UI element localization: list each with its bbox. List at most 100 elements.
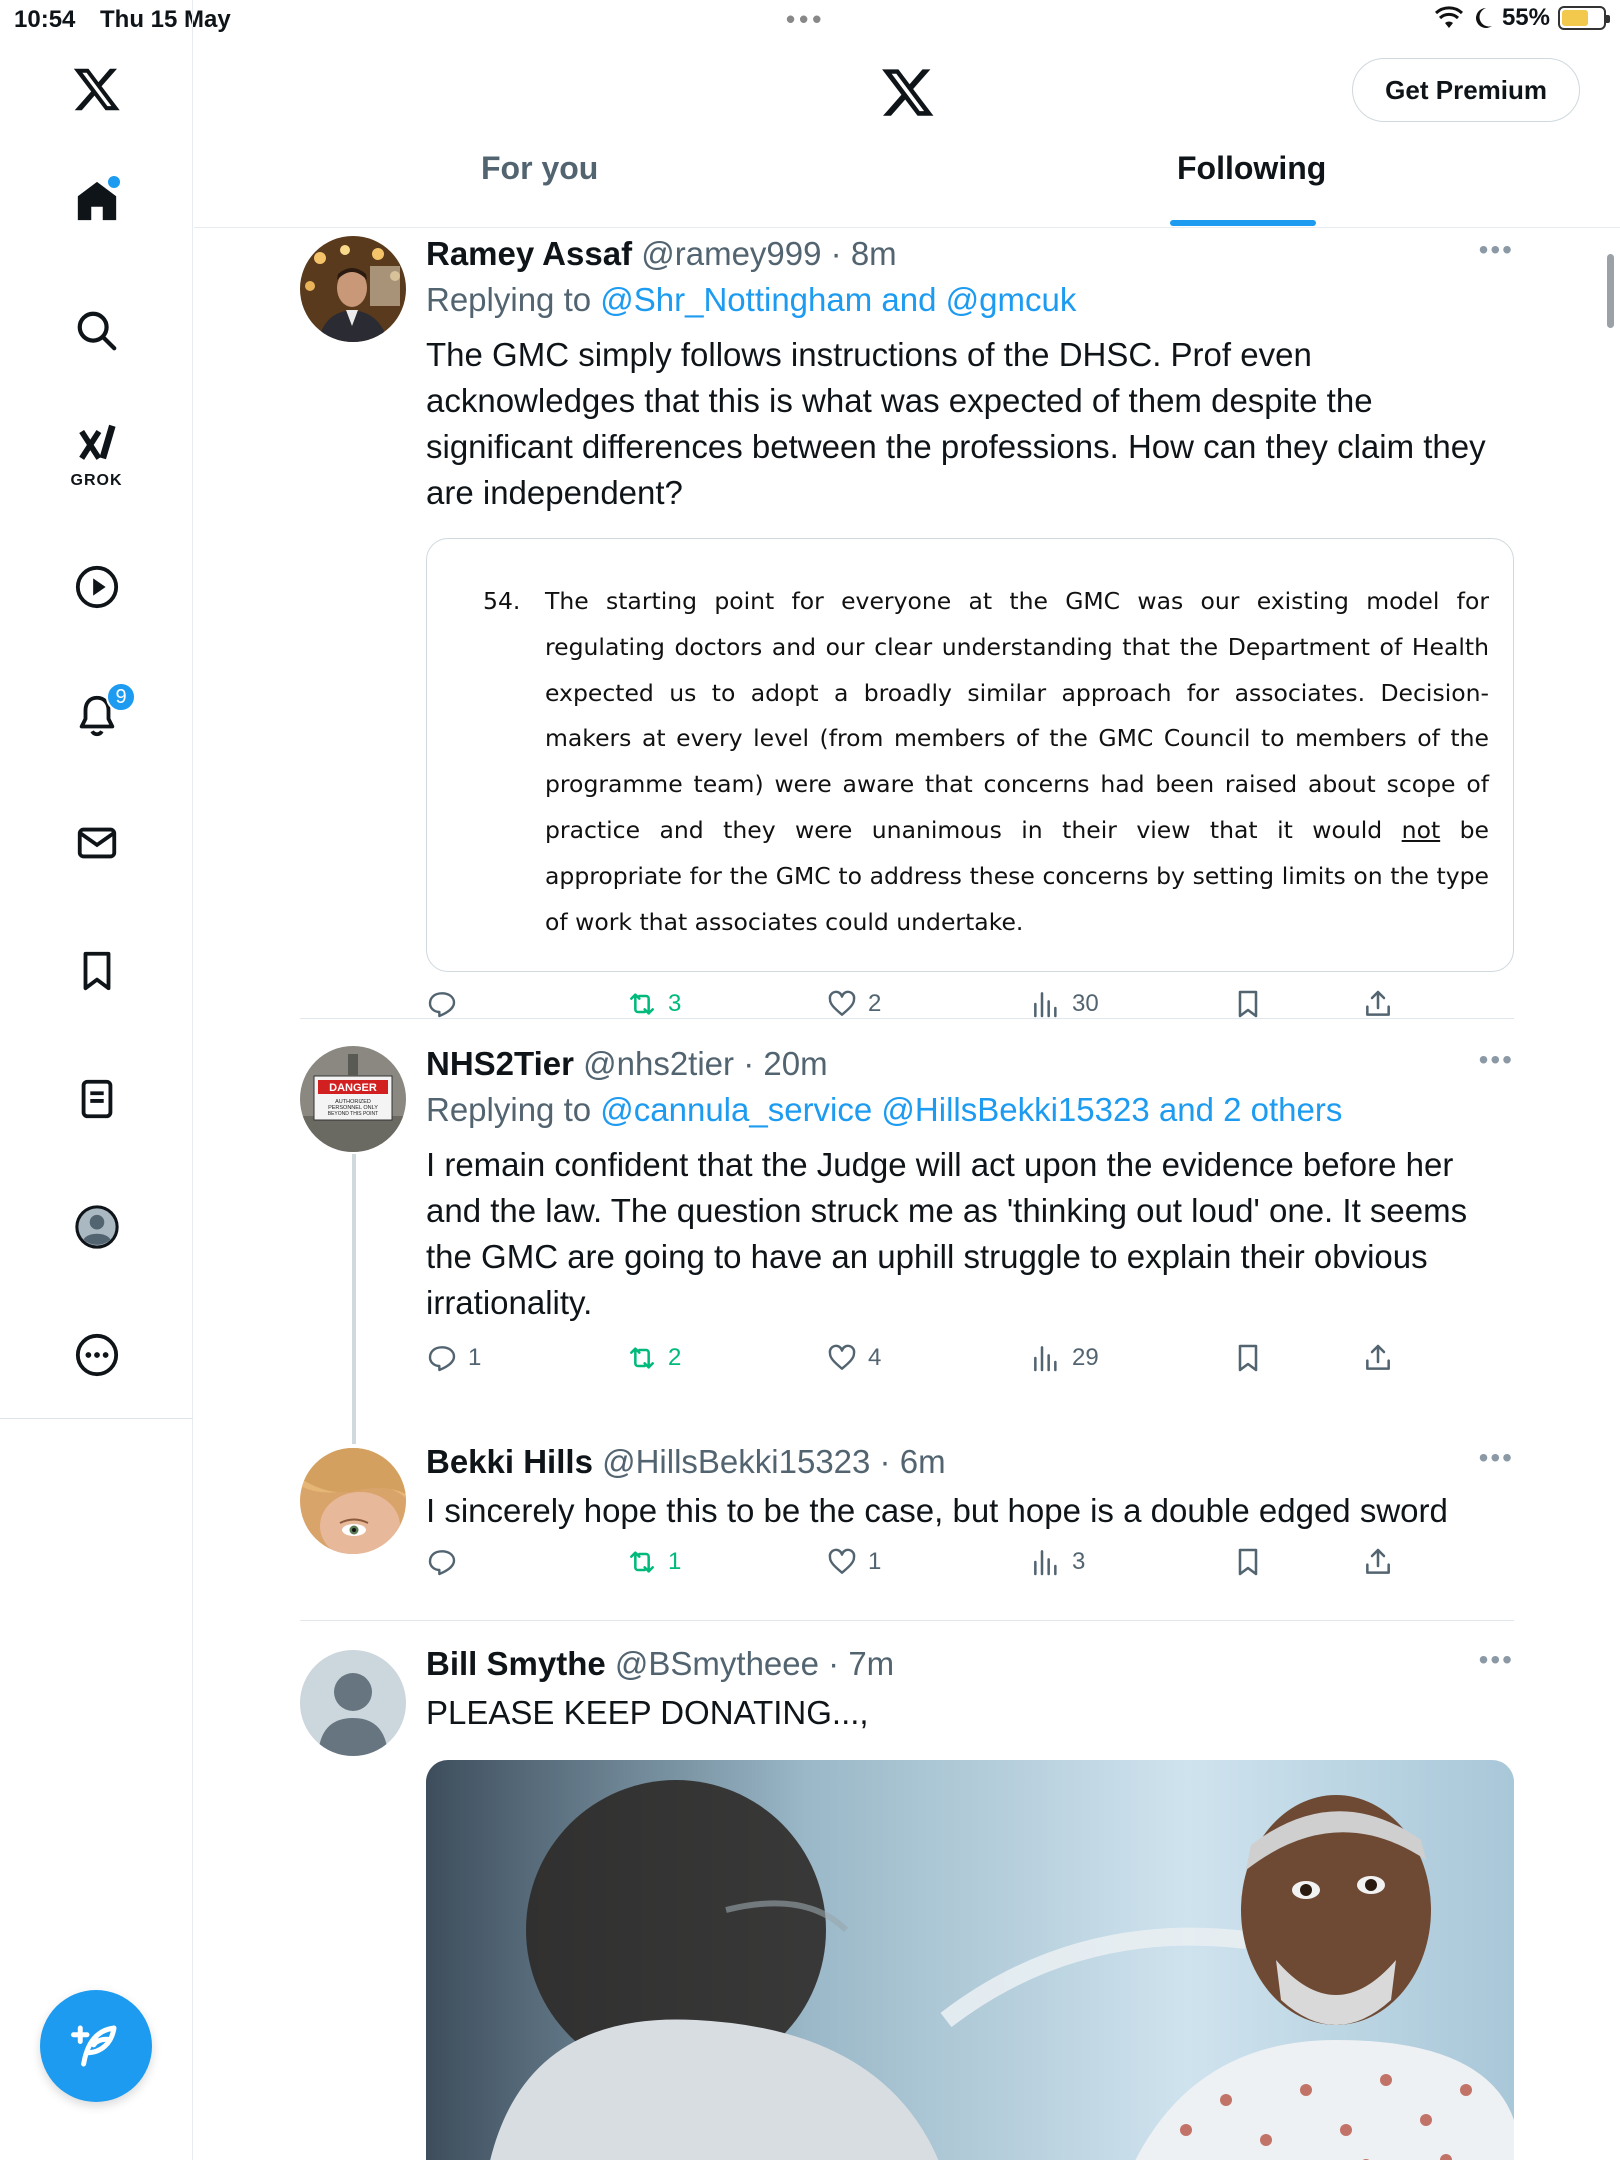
- notifications-badge: 9: [106, 682, 136, 712]
- sidebar-item-notifications[interactable]: 9: [0, 670, 193, 760]
- retweet-button[interactable]: 1: [626, 1546, 681, 1578]
- replying-prefix: Replying to: [426, 281, 601, 318]
- sidebar-item-messages[interactable]: [0, 798, 193, 888]
- sidebar: GROK 9: [0, 0, 193, 2160]
- views-button[interactable]: 29: [1030, 1342, 1099, 1374]
- view-count: 29: [1072, 1344, 1099, 1371]
- avatar[interactable]: [300, 1650, 406, 1756]
- messages-icon: [77, 827, 116, 859]
- bookmark-button[interactable]: [1232, 1546, 1264, 1578]
- more-options-icon[interactable]: •••: [1479, 234, 1514, 266]
- profile-icon: [74, 1205, 119, 1249]
- like-button[interactable]: 2: [826, 988, 881, 1020]
- heart-icon: [828, 1548, 856, 1574]
- avatar[interactable]: [300, 1448, 406, 1554]
- home-unread-dot: [108, 176, 120, 188]
- avatar[interactable]: [300, 236, 406, 342]
- author-handle[interactable]: @nhs2tier: [583, 1045, 734, 1082]
- author-handle[interactable]: @BSmytheee: [615, 1645, 819, 1682]
- get-premium-button[interactable]: Get Premium: [1352, 58, 1580, 122]
- reply-button[interactable]: [426, 988, 468, 1020]
- attached-document-image[interactable]: 54. The starting point for everyone at t…: [426, 538, 1514, 973]
- reply-button[interactable]: [426, 1546, 468, 1578]
- tweet-actions: 1 2 4 29: [426, 1342, 1514, 1386]
- sidebar-item-video[interactable]: [0, 542, 193, 632]
- share-icon: [1366, 1344, 1390, 1370]
- author-name[interactable]: Bill Smythe: [426, 1645, 606, 1682]
- sidebar-item-grok[interactable]: GROK: [0, 408, 193, 498]
- paragraph-number: 54.: [483, 587, 521, 615]
- svg-text:BEYOND THIS POINT: BEYOND THIS POINT: [328, 1111, 378, 1117]
- tweet-time[interactable]: 6m: [900, 1443, 946, 1480]
- sidebar-divider: [0, 1418, 193, 1419]
- tab-following[interactable]: Following: [1177, 150, 1326, 228]
- bookmark-button[interactable]: [1232, 988, 1264, 1020]
- tweet-actions: 1 1 3: [426, 1546, 1514, 1590]
- sidebar-item-lists[interactable]: [0, 1054, 193, 1144]
- heart-icon: [828, 991, 856, 1017]
- status-right: 55%: [1434, 4, 1610, 32]
- author-name[interactable]: NHS2Tier: [426, 1045, 574, 1082]
- x-logo[interactable]: [0, 44, 193, 134]
- like-count: 2: [868, 990, 882, 1018]
- retweet-count: 2: [668, 1344, 682, 1371]
- tweet-ramey-assaf[interactable]: Ramey Assaf @ramey999 · 8m ••• Replying …: [300, 234, 1514, 1018]
- tweet-header: Bill Smythe @BSmytheee · 7m: [426, 1644, 1514, 1684]
- tab-for-you[interactable]: For you: [481, 150, 598, 228]
- views-button[interactable]: 30: [1030, 988, 1099, 1020]
- share-button[interactable]: [1362, 988, 1394, 1020]
- reply-icon: [428, 992, 456, 1018]
- retweet-button[interactable]: 2: [626, 1342, 681, 1374]
- like-button[interactable]: 4: [826, 1342, 881, 1374]
- bookmark-button[interactable]: [1232, 1342, 1264, 1374]
- share-button[interactable]: [1362, 1342, 1394, 1374]
- replying-to: Replying to @cannula_service @HillsBekki…: [426, 1088, 1514, 1132]
- retweet-count: 1: [668, 1548, 682, 1575]
- reply-button[interactable]: 1: [426, 1342, 481, 1374]
- multitask-dots-icon[interactable]: •••: [786, 4, 825, 35]
- tweet-header: Bekki Hills @HillsBekki15323 · 6m: [426, 1442, 1514, 1482]
- retweet-icon: [630, 993, 654, 1015]
- like-button[interactable]: 1: [826, 1546, 881, 1578]
- tweet-bekki-hills[interactable]: Bekki Hills @HillsBekki15323 · 6m ••• I …: [300, 1442, 1514, 1602]
- sidebar-item-more[interactable]: [0, 1310, 193, 1400]
- more-options-icon[interactable]: •••: [1479, 1442, 1514, 1474]
- share-button[interactable]: [1362, 1546, 1394, 1578]
- replying-to-link[interactable]: @cannula_service @HillsBekki15323 and 2 …: [600, 1091, 1342, 1128]
- tweet-time[interactable]: 20m: [763, 1045, 827, 1082]
- scrollbar[interactable]: [1607, 254, 1614, 328]
- avatar[interactable]: DANGER AUTHORIZED PERSONNEL ONLY BEYOND …: [300, 1046, 406, 1152]
- sidebar-item-profile[interactable]: [0, 1182, 193, 1272]
- tweet-body: Bill Smythe @BSmytheee · 7m ••• PLEASE K…: [426, 1644, 1514, 1736]
- battery-icon: [1558, 6, 1610, 30]
- more-options-icon[interactable]: •••: [1479, 1044, 1514, 1076]
- avatar-danger-sign: DANGER AUTHORIZED PERSONNEL ONLY BEYOND …: [300, 1046, 406, 1152]
- tweet-time[interactable]: 7m: [848, 1645, 894, 1682]
- author-handle[interactable]: @HillsBekki15323: [602, 1443, 870, 1480]
- share-icon: [1366, 991, 1390, 1017]
- author-name[interactable]: Ramey Assaf: [426, 235, 632, 272]
- views-button[interactable]: 3: [1030, 1546, 1085, 1578]
- tweet-media-image[interactable]: [426, 1760, 1514, 2160]
- tweet-bill-smythe[interactable]: Bill Smythe @BSmytheee · 7m ••• PLEASE K…: [300, 1644, 1514, 1756]
- search-icon: [77, 311, 116, 351]
- replying-to-link[interactable]: @Shr_Nottingham and @gmcuk: [600, 281, 1076, 318]
- tweet-nhs2tier[interactable]: DANGER AUTHORIZED PERSONNEL ONLY BEYOND …: [300, 1044, 1514, 1404]
- sidebar-item-bookmarks[interactable]: [0, 926, 193, 1016]
- avatar-sign-title: DANGER: [329, 1082, 377, 1094]
- separator-dot: ·: [870, 1443, 900, 1480]
- more-options-icon[interactable]: •••: [1479, 1644, 1514, 1676]
- sidebar-item-home[interactable]: [0, 156, 193, 246]
- tweet-time[interactable]: 8m: [851, 235, 897, 272]
- sidebar-item-search[interactable]: [0, 286, 193, 376]
- share-icon: [1366, 1548, 1390, 1574]
- author-name[interactable]: Bekki Hills: [426, 1443, 593, 1480]
- compose-post-button[interactable]: [40, 1990, 152, 2102]
- tweet-text: I remain confident that the Judge will a…: [426, 1146, 1468, 1321]
- author-handle[interactable]: @ramey999: [641, 235, 821, 272]
- retweet-icon: [630, 1551, 654, 1573]
- x-logo-center-icon[interactable]: [880, 64, 936, 120]
- bookmark-icon: [1238, 991, 1258, 1018]
- more-icon: [75, 1333, 118, 1377]
- retweet-button[interactable]: 3: [626, 988, 681, 1020]
